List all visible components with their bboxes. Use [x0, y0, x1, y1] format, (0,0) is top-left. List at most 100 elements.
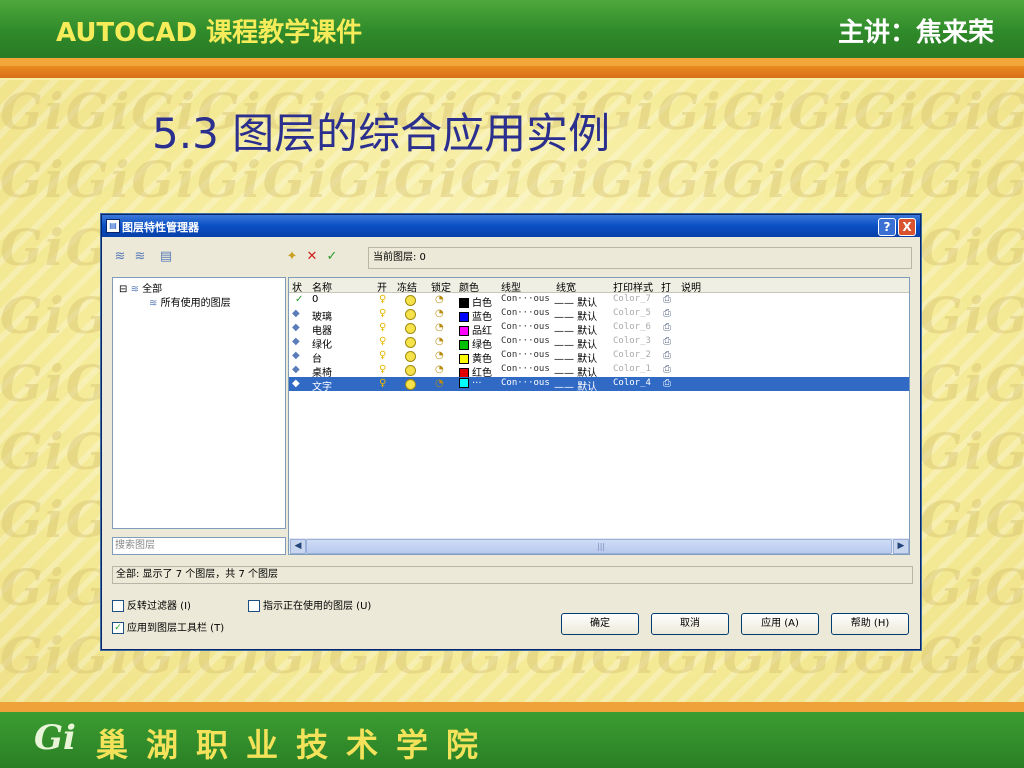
layer-row[interactable]: ◆ 文字 ♀ ◔ ··· Con···ous —— 默认 Color_4 ⎙	[289, 377, 909, 393]
unlock-icon[interactable]: ◔	[435, 378, 444, 389]
apply-button[interactable]: 应用 (A)	[741, 613, 819, 635]
layer-icon: ◆	[292, 308, 300, 319]
column-header[interactable]: 开	[377, 279, 387, 294]
printer-icon[interactable]: ⎙	[663, 336, 671, 347]
linetype-cell[interactable]: Con···ous	[501, 294, 550, 304]
linetype-cell[interactable]: Con···ous	[501, 364, 550, 374]
help-dialog-button[interactable]: 帮助 (H)	[831, 613, 909, 635]
scroll-left-icon[interactable]: ◀	[290, 539, 306, 554]
header-stripe	[0, 58, 1024, 66]
printer-icon[interactable]: ⎙	[663, 364, 671, 375]
freeze-sun-icon[interactable]	[405, 295, 416, 307]
freeze-sun-icon[interactable]	[405, 365, 416, 377]
unlock-icon[interactable]: ◔	[435, 308, 444, 319]
column-header[interactable]: 冻结	[397, 279, 417, 294]
tree-node-all[interactable]: ⊟ ≋ 全部	[119, 280, 162, 295]
column-header[interactable]: 名称	[312, 279, 332, 294]
printer-icon[interactable]: ⎙	[663, 378, 671, 389]
layer-row[interactable]: ◆ 台 ♀ ◔ 黄色 Con···ous —— 默认 Color_2 ⎙	[289, 349, 909, 365]
printer-icon[interactable]: ⎙	[663, 322, 671, 333]
status-line: 全部: 显示了 7 个图层，共 7 个图层	[112, 566, 913, 584]
linetype-cell[interactable]: Con···ous	[501, 350, 550, 360]
column-header[interactable]: 说明	[681, 279, 701, 294]
dialog-titlebar[interactable]: ▤ 图层特性管理器 ? X	[102, 215, 920, 237]
scroll-right-icon[interactable]: ▶	[893, 539, 909, 554]
checkbox-label: 反转过滤器 (I)	[127, 601, 191, 612]
horizontal-scrollbar[interactable]: ◀ ||| ▶	[289, 538, 909, 554]
scroll-grip-icon: |||	[597, 542, 606, 551]
column-header[interactable]: 锁定	[431, 279, 451, 294]
freeze-sun-icon[interactable]	[405, 323, 416, 335]
unlock-icon[interactable]: ◔	[435, 364, 444, 375]
layer-grid[interactable]: 状 名称 开 冻结 锁定 颜色 线型 线宽 打印样式 打 说明 ✓ 0 ♀ ◔ 白色 Co…	[288, 277, 910, 555]
column-header[interactable]: 状	[292, 279, 302, 294]
help-button[interactable]: ?	[878, 218, 896, 236]
on-bulb-icon[interactable]: ♀	[379, 336, 386, 347]
checkbox-box[interactable]	[112, 600, 124, 612]
tree-node-used-layers[interactable]: ≋ 所有使用的图层	[149, 294, 231, 309]
scroll-thumb[interactable]: |||	[306, 539, 892, 554]
linetype-cell[interactable]: Con···ous	[501, 378, 550, 388]
on-bulb-icon[interactable]: ♀	[379, 364, 386, 375]
unlock-icon[interactable]: ◔	[435, 294, 444, 305]
checkbox-box[interactable]	[248, 600, 260, 612]
linetype-cell[interactable]: Con···ous	[501, 322, 550, 332]
layer-name[interactable]: 文字	[312, 378, 332, 393]
on-bulb-icon[interactable]: ♀	[379, 350, 386, 361]
layer-row[interactable]: ◆ 玻璃 ♀ ◔ 蓝色 Con···ous —— 默认 Color_5 ⎙	[289, 307, 909, 323]
dialog-title: 图层特性管理器	[122, 221, 199, 234]
on-bulb-icon[interactable]: ♀	[379, 308, 386, 319]
linetype-cell[interactable]: Con···ous	[501, 336, 550, 346]
freeze-sun-icon[interactable]	[405, 351, 416, 363]
lineweight-cell[interactable]: —— 默认	[554, 378, 597, 393]
color-cell[interactable]: ···	[459, 378, 482, 389]
column-header[interactable]: 颜色	[459, 279, 479, 294]
group-filter-icon[interactable]: ≋	[132, 249, 148, 265]
freeze-sun-icon[interactable]	[405, 309, 416, 321]
column-header[interactable]: 打印样式	[613, 279, 653, 294]
freeze-sun-icon[interactable]	[405, 379, 416, 391]
unlock-icon[interactable]: ◔	[435, 350, 444, 361]
current-layer-check-icon: ✓	[295, 294, 304, 305]
plot-style-cell: Color_5	[613, 308, 651, 318]
show-used-layers-checkbox[interactable]: 指示正在使用的图层 (U)	[248, 597, 371, 612]
printer-icon[interactable]: ⎙	[663, 294, 671, 305]
delete-layer-icon[interactable]: ✕	[304, 249, 320, 265]
apply-to-toolbar-checkbox[interactable]: ✓ 应用到图层工具栏 (T)	[112, 619, 224, 634]
layer-row[interactable]: ◆ 电器 ♀ ◔ 品红 Con···ous —— 默认 Color_6 ⎙	[289, 321, 909, 337]
on-bulb-icon[interactable]: ♀	[379, 378, 386, 389]
linetype-cell[interactable]: Con···ous	[501, 308, 550, 318]
column-header[interactable]: 线型	[501, 279, 521, 294]
close-button[interactable]: X	[898, 218, 916, 236]
layer-row[interactable]: ◆ 桌椅 ♀ ◔ 红色 Con···ous —— 默认 Color_1 ⎙	[289, 363, 909, 379]
new-layer-icon[interactable]: ✦	[284, 249, 300, 265]
checkbox-box[interactable]: ✓	[112, 622, 124, 634]
on-bulb-icon[interactable]: ♀	[379, 322, 386, 333]
unlock-icon[interactable]: ◔	[435, 322, 444, 333]
new-filter-icon[interactable]: ≋	[112, 249, 128, 265]
plot-style-cell: Color_7	[613, 294, 651, 304]
column-header[interactable]: 打	[661, 279, 671, 294]
freeze-sun-icon[interactable]	[405, 337, 416, 349]
course-title: AUTOCAD 课程教学课件	[56, 18, 363, 48]
search-layers-input[interactable]: 搜索图层	[112, 537, 286, 555]
layer-row[interactable]: ◆ 绿化 ♀ ◔ 绿色 Con···ous —— 默认 Color_3 ⎙	[289, 335, 909, 351]
printer-icon[interactable]: ⎙	[663, 308, 671, 319]
layer-icon: ◆	[292, 336, 300, 347]
ok-button[interactable]: 确定	[561, 613, 639, 635]
cancel-button[interactable]: 取消	[651, 613, 729, 635]
set-current-icon[interactable]: ✓	[324, 249, 340, 265]
printer-icon[interactable]: ⎙	[663, 350, 671, 361]
header-stripe	[0, 66, 1024, 78]
filter-tree[interactable]: ⊟ ≋ 全部 ≋ 所有使用的图层	[112, 277, 286, 529]
layer-row[interactable]: ✓ 0 ♀ ◔ 白色 Con···ous —— 默认 Color_7 ⎙	[289, 293, 909, 309]
unlock-icon[interactable]: ◔	[435, 336, 444, 347]
collapse-icon[interactable]: ⊟	[119, 284, 127, 295]
invert-filter-checkbox[interactable]: 反转过滤器 (I)	[112, 597, 191, 612]
layer-name[interactable]: 0	[312, 294, 318, 305]
on-bulb-icon[interactable]: ♀	[379, 294, 386, 305]
column-header[interactable]: 线宽	[556, 279, 576, 294]
layer-states-icon[interactable]: ▤	[158, 249, 174, 265]
plot-style-cell: Color_1	[613, 364, 651, 374]
plot-style-cell: Color_6	[613, 322, 651, 332]
